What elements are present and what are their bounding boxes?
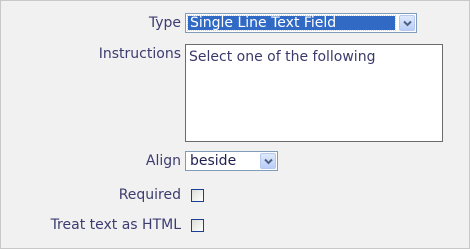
treat-html-checkbox[interactable] — [191, 219, 204, 232]
required-checkbox[interactable] — [191, 189, 204, 202]
field-properties-panel: Type Single Line Text Field Instructions… — [0, 0, 470, 249]
align-select-value: beside — [190, 153, 237, 169]
type-dropdown-button[interactable] — [399, 15, 415, 31]
align-label: Align — [145, 153, 181, 169]
align-select[interactable]: beside — [185, 151, 278, 171]
type-select[interactable]: Single Line Text Field — [185, 13, 417, 33]
instructions-textarea[interactable]: Select one of the following — [185, 44, 443, 142]
type-select-value: Single Line Text Field — [187, 15, 396, 31]
chevron-down-icon — [403, 20, 412, 27]
chevron-down-icon — [264, 158, 273, 165]
align-dropdown-button[interactable] — [260, 153, 276, 169]
instructions-label: Instructions — [98, 46, 181, 62]
treat-html-label: Treat text as HTML — [50, 217, 181, 233]
type-label: Type — [148, 15, 181, 31]
required-label: Required — [118, 187, 181, 203]
